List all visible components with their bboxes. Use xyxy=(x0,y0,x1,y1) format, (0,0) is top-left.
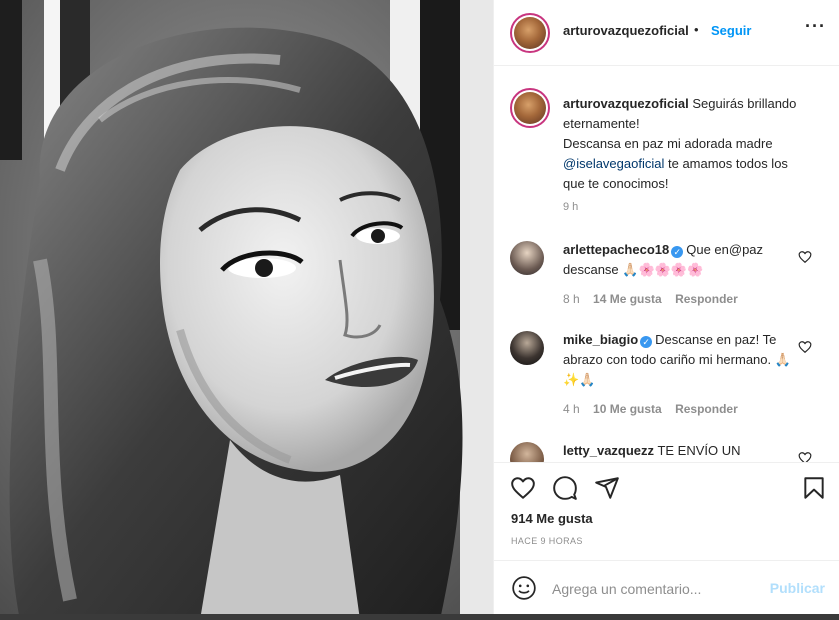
caption-author-username[interactable]: arturovazquezoficial xyxy=(563,96,689,111)
comment-meta: 8 h 14 Me gusta Responder xyxy=(563,292,748,306)
comment-body: TE ENVÍO UN xyxy=(657,443,741,458)
like-comment-heart-icon[interactable] xyxy=(798,250,812,264)
likes-count[interactable]: 914 Me gusta xyxy=(511,511,593,526)
caption-author-avatar[interactable] xyxy=(510,88,550,128)
verified-badge-icon: ✓ xyxy=(671,246,684,258)
comment-text: letty_vazquezz TE ENVÍO UN xyxy=(563,441,803,461)
post-actions: 914 Me gusta HACE 9 HORAS xyxy=(494,462,839,560)
comment-text: mike_biagio ✓ Descanse en paz! Te abrazo c… xyxy=(563,330,803,390)
post-timestamp[interactable]: HACE 9 HORAS xyxy=(511,536,583,546)
comment-composer: Publicar xyxy=(494,560,839,615)
comments-list[interactable]: arturovazquezoficial Seguirás brillando … xyxy=(494,67,839,462)
caption-text: arturovazquezoficial Seguirás brillando … xyxy=(563,94,803,194)
comment-time[interactable]: 8 h xyxy=(563,292,580,306)
comment-meta: 4 h 10 Me gusta Responder xyxy=(563,402,748,416)
comment-input[interactable] xyxy=(552,579,752,599)
caption-timestamp[interactable]: 9 h xyxy=(563,201,578,213)
post-side-panel: arturovazquezoficial • Seguir ··· arturo… xyxy=(493,0,839,620)
comment-username[interactable]: arlettepacheco18 xyxy=(563,242,669,257)
comment-time[interactable]: 4 h xyxy=(563,402,580,416)
comment-like-count[interactable]: 14 Me gusta xyxy=(593,292,662,306)
post-header: arturovazquezoficial • Seguir ··· xyxy=(494,0,839,66)
share-send-icon[interactable] xyxy=(594,475,620,501)
portrait-image xyxy=(0,0,493,620)
emoji-icon[interactable] xyxy=(511,575,537,601)
separator-dot: • xyxy=(694,22,699,37)
comment-username[interactable]: mike_biagio xyxy=(563,332,638,347)
comment-bubble-icon[interactable] xyxy=(552,475,578,501)
more-horizontal-icon[interactable]: ··· xyxy=(805,16,826,37)
comment-avatar[interactable] xyxy=(510,442,544,462)
post-photo[interactable] xyxy=(0,0,493,620)
verified-badge-icon: ✓ xyxy=(640,336,653,348)
author-username[interactable]: arturovazquezoficial xyxy=(563,23,689,38)
comment-like-count[interactable]: 10 Me gusta xyxy=(593,402,662,416)
comment-avatar[interactable] xyxy=(510,331,544,365)
author-avatar[interactable] xyxy=(510,13,550,53)
reply-button[interactable]: Responder xyxy=(675,402,738,416)
comment-avatar[interactable] xyxy=(510,241,544,275)
bottom-strip xyxy=(0,614,839,620)
like-comment-heart-icon[interactable] xyxy=(798,451,812,462)
comment-username[interactable]: letty_vazquezz xyxy=(563,443,654,458)
like-heart-icon[interactable] xyxy=(510,475,536,501)
caption-mention[interactable]: @iselavegaoficial xyxy=(563,156,664,171)
publish-button[interactable]: Publicar xyxy=(770,580,825,596)
caption-line-2: Descansa en paz mi adorada madre xyxy=(563,136,773,151)
comment-text: arlettepacheco18 ✓ Que en@paz descanse 🙏🏻🌸… xyxy=(563,240,803,280)
reply-button[interactable]: Responder xyxy=(675,292,738,306)
bookmark-icon[interactable] xyxy=(801,475,827,501)
like-comment-heart-icon[interactable] xyxy=(798,340,812,354)
follow-button[interactable]: Seguir xyxy=(711,23,751,38)
